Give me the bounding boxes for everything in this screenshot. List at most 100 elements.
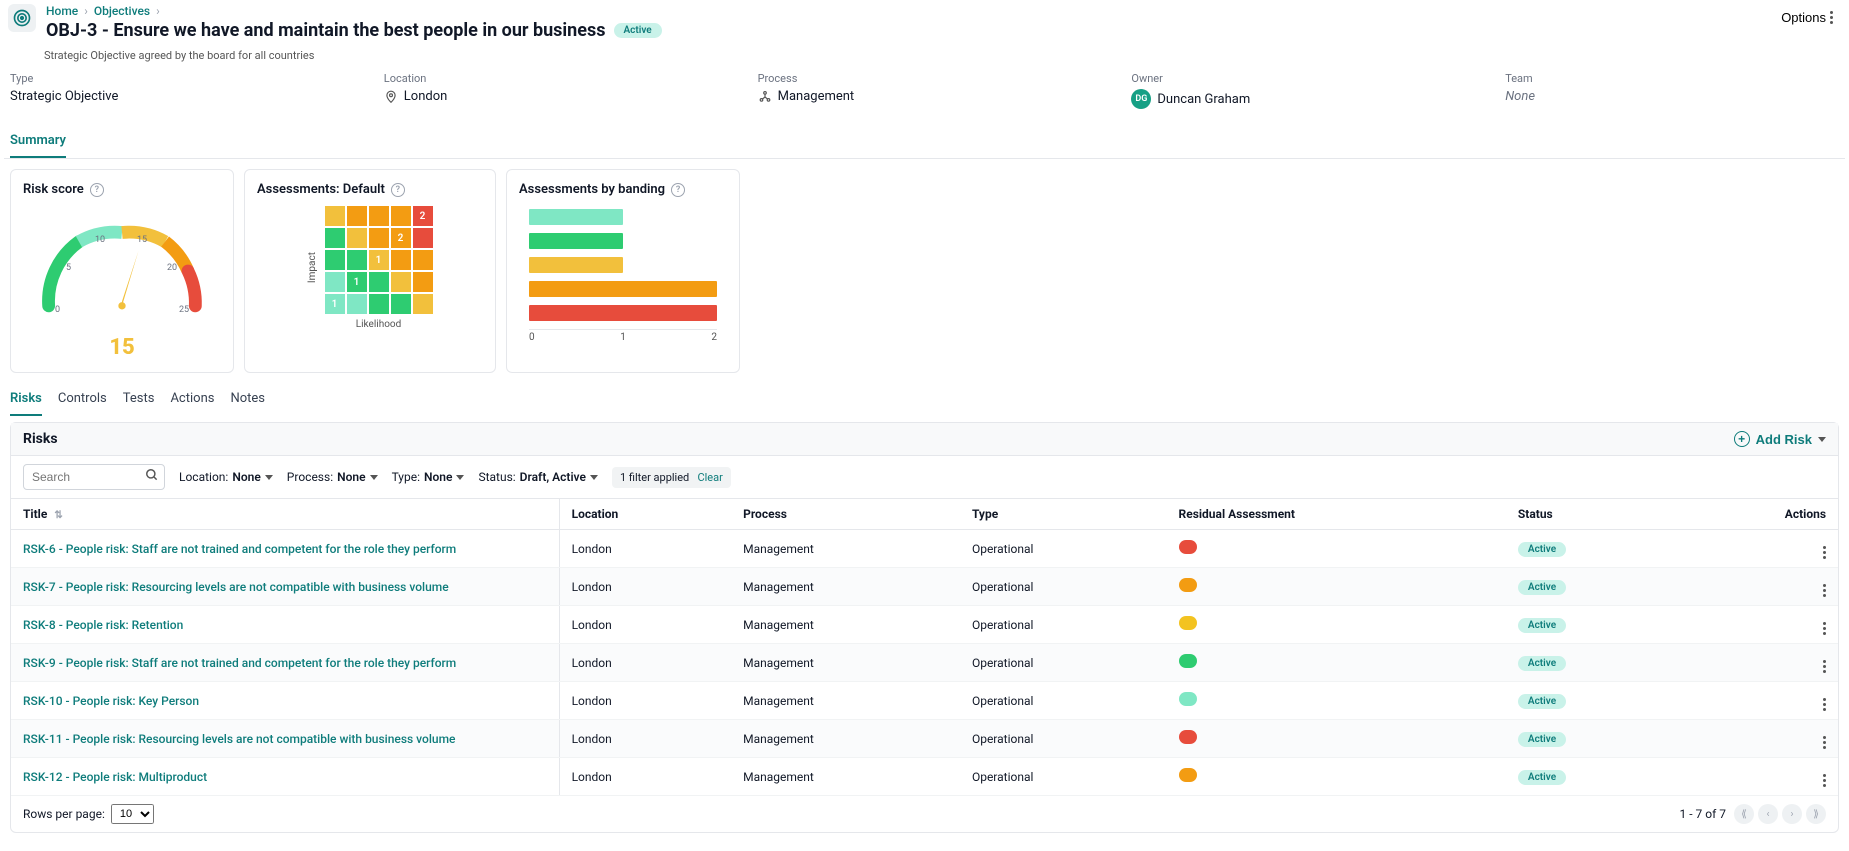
heatmap-cell[interactable]: [346, 227, 368, 249]
risk-link[interactable]: RSK-12 - People risk: Multiproduct: [23, 770, 207, 784]
heatmap-cell[interactable]: [390, 293, 412, 315]
tab-controls[interactable]: Controls: [58, 383, 107, 416]
row-actions-button[interactable]: [1823, 622, 1826, 635]
table-heading: Risks: [23, 431, 58, 447]
row-actions-button[interactable]: [1823, 546, 1826, 559]
heatmap-cell[interactable]: [412, 293, 434, 315]
cell-location: London: [559, 682, 731, 720]
cell-location: London: [559, 758, 731, 796]
cell-process: Management: [731, 606, 960, 644]
filter-process[interactable]: Process: None: [287, 470, 378, 484]
heatmap-cell[interactable]: [412, 249, 434, 271]
meta-process-label: Process: [758, 72, 1092, 85]
heatmap-cell[interactable]: [412, 271, 434, 293]
column-header[interactable]: Process: [731, 499, 960, 530]
heatmap-cell[interactable]: [324, 227, 346, 249]
info-icon[interactable]: ?: [671, 183, 685, 197]
row-actions-button[interactable]: [1823, 660, 1826, 673]
heatmap-cell[interactable]: 1: [368, 249, 390, 271]
info-icon[interactable]: ?: [90, 183, 104, 197]
column-header[interactable]: Residual Assessment: [1167, 499, 1506, 530]
cell-type: Operational: [960, 644, 1167, 682]
row-actions-button[interactable]: [1823, 584, 1826, 597]
add-risk-button[interactable]: + Add Risk: [1734, 431, 1826, 447]
heatmap-cell[interactable]: [324, 271, 346, 293]
cell-location: London: [559, 644, 731, 682]
location-icon: [384, 90, 398, 104]
tab-summary[interactable]: Summary: [10, 125, 66, 158]
heatmap-cell[interactable]: 1: [346, 271, 368, 293]
page-last-button[interactable]: ⟫: [1806, 804, 1826, 824]
rows-per-page-label: Rows per page:: [23, 807, 105, 821]
cell-status: Active: [1506, 682, 1680, 720]
tab-risks[interactable]: Risks: [10, 383, 42, 416]
breadcrumb-home[interactable]: Home: [46, 4, 78, 18]
page-prev-button[interactable]: ‹: [1758, 804, 1778, 824]
cell-status: Active: [1506, 606, 1680, 644]
heatmap-cell[interactable]: [368, 271, 390, 293]
heatmap-cell[interactable]: [324, 205, 346, 227]
tab-actions[interactable]: Actions: [170, 383, 214, 416]
page-first-button[interactable]: ⟪: [1734, 804, 1754, 824]
heatmap-cell[interactable]: 2: [412, 205, 434, 227]
column-header[interactable]: Actions: [1680, 499, 1838, 530]
table-row: RSK-9 - People risk: Staff are not train…: [11, 644, 1838, 682]
pagination-range: 1 - 7 of 7: [1680, 807, 1726, 821]
table-row: RSK-12 - People risk: Multiproduct London…: [11, 758, 1838, 796]
tab-notes[interactable]: Notes: [230, 383, 265, 416]
column-header[interactable]: Status: [1506, 499, 1680, 530]
page-title: OBJ-3 - Ensure we have and maintain the …: [46, 20, 606, 41]
row-actions-button[interactable]: [1823, 698, 1826, 711]
heatmap-cell[interactable]: [368, 293, 390, 315]
banding-chart: 012: [519, 205, 727, 343]
risk-link[interactable]: RSK-11 - People risk: Resourcing levels …: [23, 732, 455, 746]
card-banding-title: Assessments by banding: [519, 182, 665, 197]
heatmap-cell[interactable]: [390, 205, 412, 227]
column-header[interactable]: Title ⇅: [11, 499, 559, 530]
filter-status[interactable]: Status: Draft, Active: [478, 470, 598, 484]
heatmap-cell[interactable]: [412, 227, 434, 249]
heatmap-cell[interactable]: [390, 249, 412, 271]
risk-link[interactable]: RSK-10 - People risk: Key Person: [23, 694, 199, 708]
objective-icon: [8, 4, 36, 32]
column-header[interactable]: Location: [559, 499, 731, 530]
filter-type[interactable]: Type: None: [392, 470, 465, 484]
heatmap-grid: 22111: [324, 205, 434, 315]
cell-status: Active: [1506, 720, 1680, 758]
heatmap-cell[interactable]: [346, 293, 368, 315]
heatmap-cell[interactable]: [324, 249, 346, 271]
risk-link[interactable]: RSK-6 - People risk: Staff are not train…: [23, 542, 456, 556]
heatmap-cell[interactable]: [368, 205, 390, 227]
search-icon[interactable]: [145, 468, 159, 486]
heatmap-x-label: Likelihood: [324, 319, 434, 330]
cell-type: Operational: [960, 606, 1167, 644]
heatmap-cell[interactable]: [346, 249, 368, 271]
risk-link[interactable]: RSK-9 - People risk: Staff are not train…: [23, 656, 456, 670]
row-actions-button[interactable]: [1823, 736, 1826, 749]
heatmap-cell[interactable]: 2: [390, 227, 412, 249]
rows-per-page-select[interactable]: 10: [111, 804, 154, 824]
info-icon[interactable]: ?: [391, 183, 405, 197]
options-button[interactable]: Options: [1773, 4, 1841, 31]
meta-team-label: Team: [1505, 72, 1839, 85]
card-heatmap-title: Assessments: Default: [257, 182, 385, 197]
row-actions-button[interactable]: [1823, 774, 1826, 787]
risk-link[interactable]: RSK-7 - People risk: Resourcing levels a…: [23, 580, 449, 594]
heatmap-cell[interactable]: [390, 271, 412, 293]
page-next-button[interactable]: ›: [1782, 804, 1802, 824]
filter-location[interactable]: Location: None: [179, 470, 273, 484]
meta-owner-label: Owner: [1131, 72, 1465, 85]
clear-filters-link[interactable]: Clear: [697, 471, 722, 484]
search-input[interactable]: [23, 464, 165, 490]
chevron-down-icon: [265, 475, 273, 480]
risk-link[interactable]: RSK-8 - People risk: Retention: [23, 618, 183, 632]
tab-tests[interactable]: Tests: [123, 383, 155, 416]
heatmap-cell[interactable]: [346, 205, 368, 227]
heatmap-cell[interactable]: [368, 227, 390, 249]
heatmap-cell[interactable]: 1: [324, 293, 346, 315]
cell-status: Active: [1506, 758, 1680, 796]
process-icon: [758, 90, 772, 104]
column-header[interactable]: Type: [960, 499, 1167, 530]
breadcrumb-objectives[interactable]: Objectives: [94, 4, 150, 18]
table-row: RSK-7 - People risk: Resourcing levels a…: [11, 568, 1838, 606]
